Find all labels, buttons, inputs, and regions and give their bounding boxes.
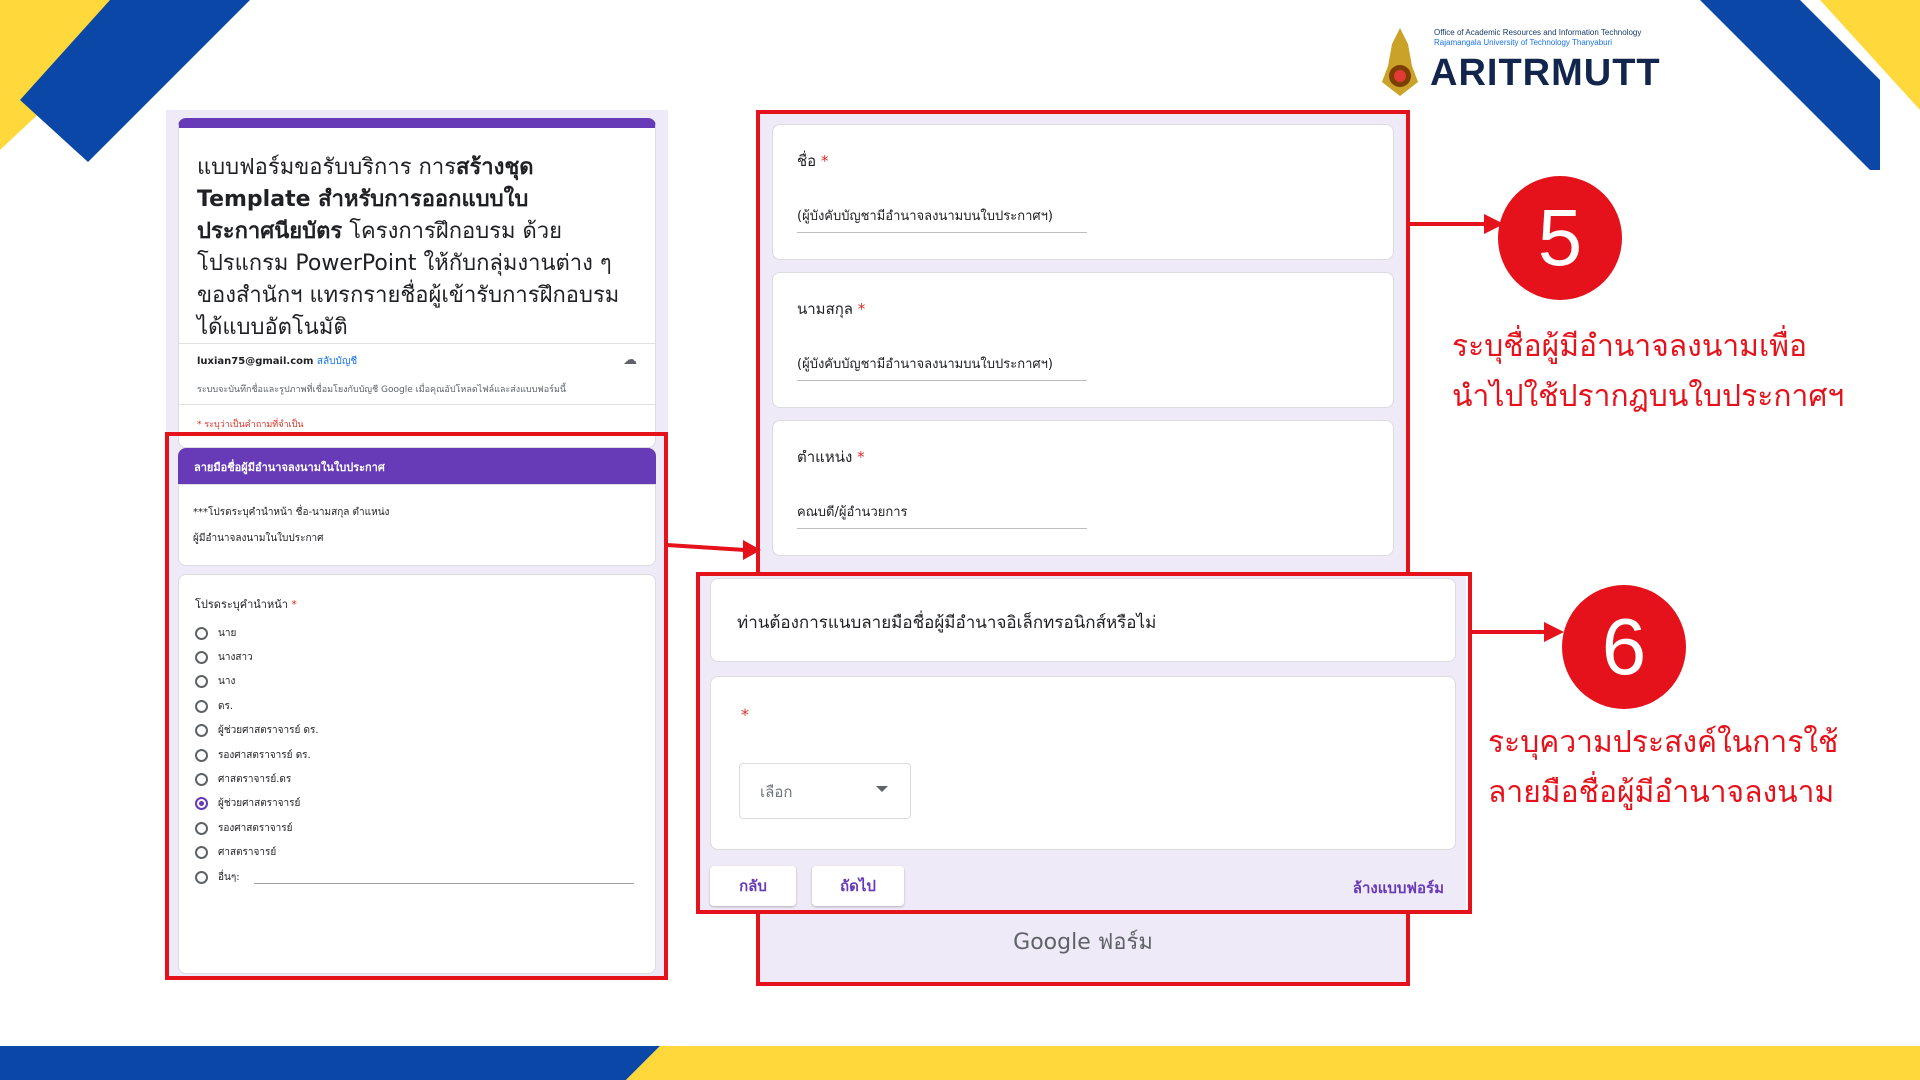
- step-6-caption: ระบุความประสงค์ในการใช้ ลายมือชื่อผู้มีอ…: [1488, 725, 1839, 810]
- step-5-badge: 5: [1498, 176, 1622, 300]
- arrow-to-step-5: [1410, 214, 1504, 234]
- highlight-box-right-bottom: [756, 904, 1410, 986]
- required-note: * ระบุว่าเป็นคำถามที่จำเป็น: [197, 420, 304, 430]
- logo-line-2: Rajamangala University of Technology Tha…: [1434, 38, 1613, 47]
- switch-account-link[interactable]: สลับบัญชี: [317, 356, 357, 367]
- cloud-icon: ☁: [623, 352, 637, 368]
- form-title-card: แบบฟอร์มขอรับบริการ การสร้างชุด Template…: [178, 118, 656, 448]
- highlight-box-overlay: [696, 572, 1472, 914]
- arrow-to-step-6: [1470, 622, 1564, 642]
- university-seal-icon: [1382, 28, 1418, 96]
- logo-wordmark: ARITRMUTT: [1430, 52, 1661, 94]
- aritrmutt-logo: Office of Academic Resources and Informa…: [1378, 24, 1678, 100]
- save-note: ระบบจะบันทึกชื่อและรูปภาพที่เชื่อมโยงกับ…: [197, 385, 567, 395]
- form-title: แบบฟอร์มขอรับบริการ การสร้างชุด Template…: [197, 155, 620, 340]
- account-email: luxian75@gmail.com สลับบัญชี: [197, 356, 358, 367]
- decorative-bottom-band: [0, 1046, 1920, 1080]
- decorative-corner-top-right: [1700, 0, 1920, 170]
- step-6-badge: 6: [1562, 585, 1686, 709]
- arrow-left-to-right: [666, 540, 761, 560]
- step-5-caption: ระบุชื่อผู้มีอำนาจลงนามเพื่อ นำไปใช้ปราก…: [1452, 329, 1845, 414]
- highlight-box-right-top: [756, 110, 1410, 576]
- logo-line-1: Office of Academic Resources and Informa…: [1434, 28, 1642, 37]
- highlight-box-left: [165, 432, 668, 980]
